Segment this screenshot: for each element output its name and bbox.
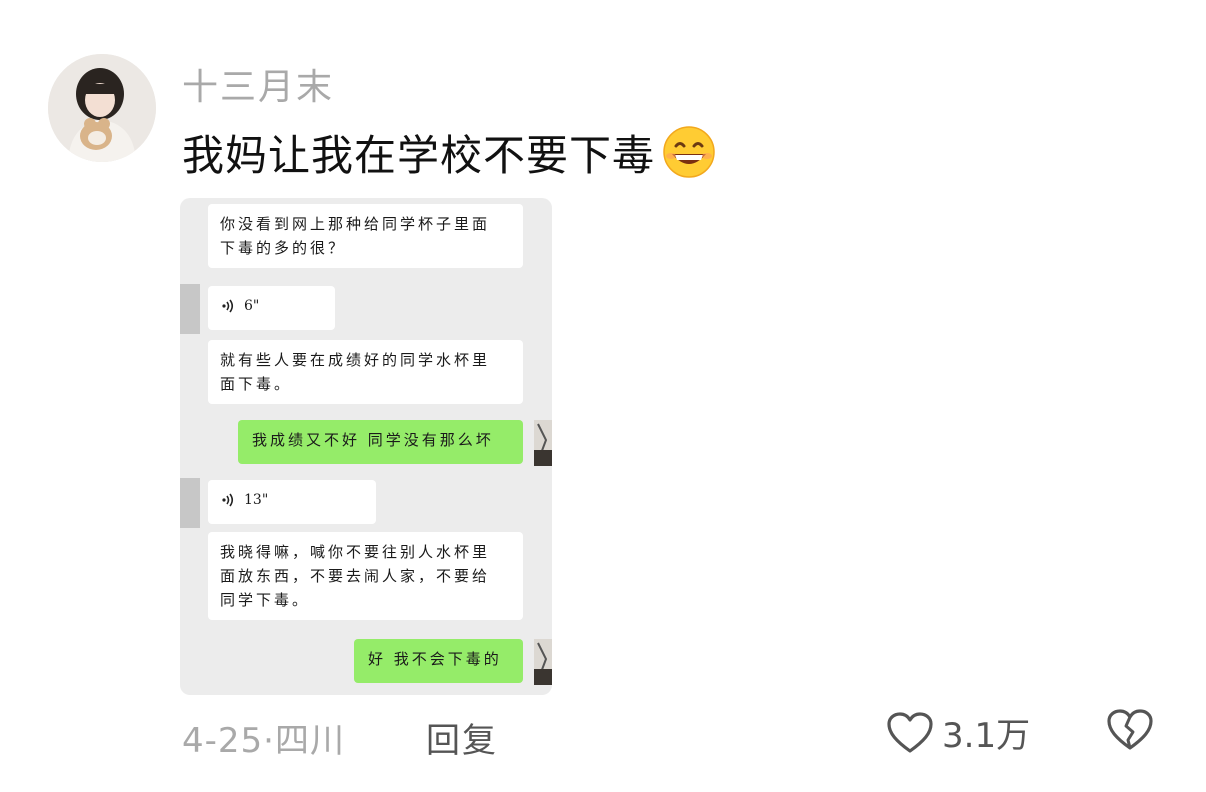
chat-message-left: 我晓得嘛，喊你不要往别人水杯里 面放东西，不要去闹人家，不要给 同学下毒。 bbox=[208, 532, 523, 620]
username[interactable]: 十三月末 bbox=[182, 58, 334, 110]
meta-separator: · bbox=[263, 721, 275, 761]
message-line: 好 我不会下毒的 bbox=[368, 650, 502, 668]
sender-avatar bbox=[534, 420, 552, 466]
voice-duration: 6" bbox=[244, 298, 260, 314]
blurred-avatar bbox=[180, 284, 200, 334]
sender-avatar bbox=[534, 639, 552, 685]
blurred-avatar bbox=[180, 478, 200, 528]
like-button[interactable]: 3.1万 bbox=[886, 708, 1030, 757]
like-count: 3.1万 bbox=[942, 716, 1031, 756]
comment-body: 我妈让我在学校不要下毒 bbox=[182, 131, 656, 180]
grinning-face-emoji-icon bbox=[659, 126, 719, 188]
voice-message: 6" bbox=[208, 286, 335, 330]
chat-message-right: 好 我不会下毒的 bbox=[354, 639, 523, 683]
voice-message: 13" bbox=[208, 480, 376, 524]
chat-message-right: 我成绩又不好 同学没有那么坏 bbox=[238, 420, 523, 464]
comment-location: 四川 bbox=[274, 721, 345, 761]
message-line: 下毒的多的很？ bbox=[220, 239, 347, 257]
chat-message-left: 你没看到网上那种给同学杯子里面 下毒的多的很？ bbox=[208, 204, 523, 268]
message-line: 面放东西，不要去闹人家，不要给 bbox=[220, 567, 491, 585]
chat-message-left: 就有些人要在成绩好的同学水杯里 面下毒。 bbox=[208, 340, 523, 404]
message-line: 你没看到网上那种给同学杯子里面 bbox=[220, 215, 491, 233]
chat-screenshot-image[interactable]: 你没看到网上那种给同学杯子里面 下毒的多的很？ 6" 就有些人要在成绩好的同学水… bbox=[180, 198, 552, 695]
voice-wave-icon bbox=[222, 299, 234, 313]
reply-button[interactable]: 回复 bbox=[426, 713, 498, 762]
message-line: 就有些人要在成绩好的同学水杯里 bbox=[220, 351, 491, 369]
message-line: 同学下毒。 bbox=[220, 591, 311, 609]
comment-text: 我妈让我在学校不要下毒 bbox=[182, 122, 719, 188]
voice-wave-icon bbox=[222, 493, 234, 507]
message-line: 面下毒。 bbox=[220, 375, 293, 393]
broken-heart-icon bbox=[1107, 709, 1153, 750]
heart-icon bbox=[887, 711, 933, 753]
dislike-button[interactable] bbox=[1106, 708, 1154, 756]
message-line: 我成绩又不好 同学没有那么坏 bbox=[252, 431, 494, 449]
comment-date: 4-25 bbox=[182, 721, 264, 761]
message-line: 我晓得嘛，喊你不要往别人水杯里 bbox=[220, 543, 491, 561]
avatar-image bbox=[48, 54, 156, 162]
user-avatar[interactable] bbox=[48, 54, 156, 162]
voice-duration: 13" bbox=[244, 492, 269, 508]
comment-meta: 4-25·四川 bbox=[182, 713, 345, 762]
